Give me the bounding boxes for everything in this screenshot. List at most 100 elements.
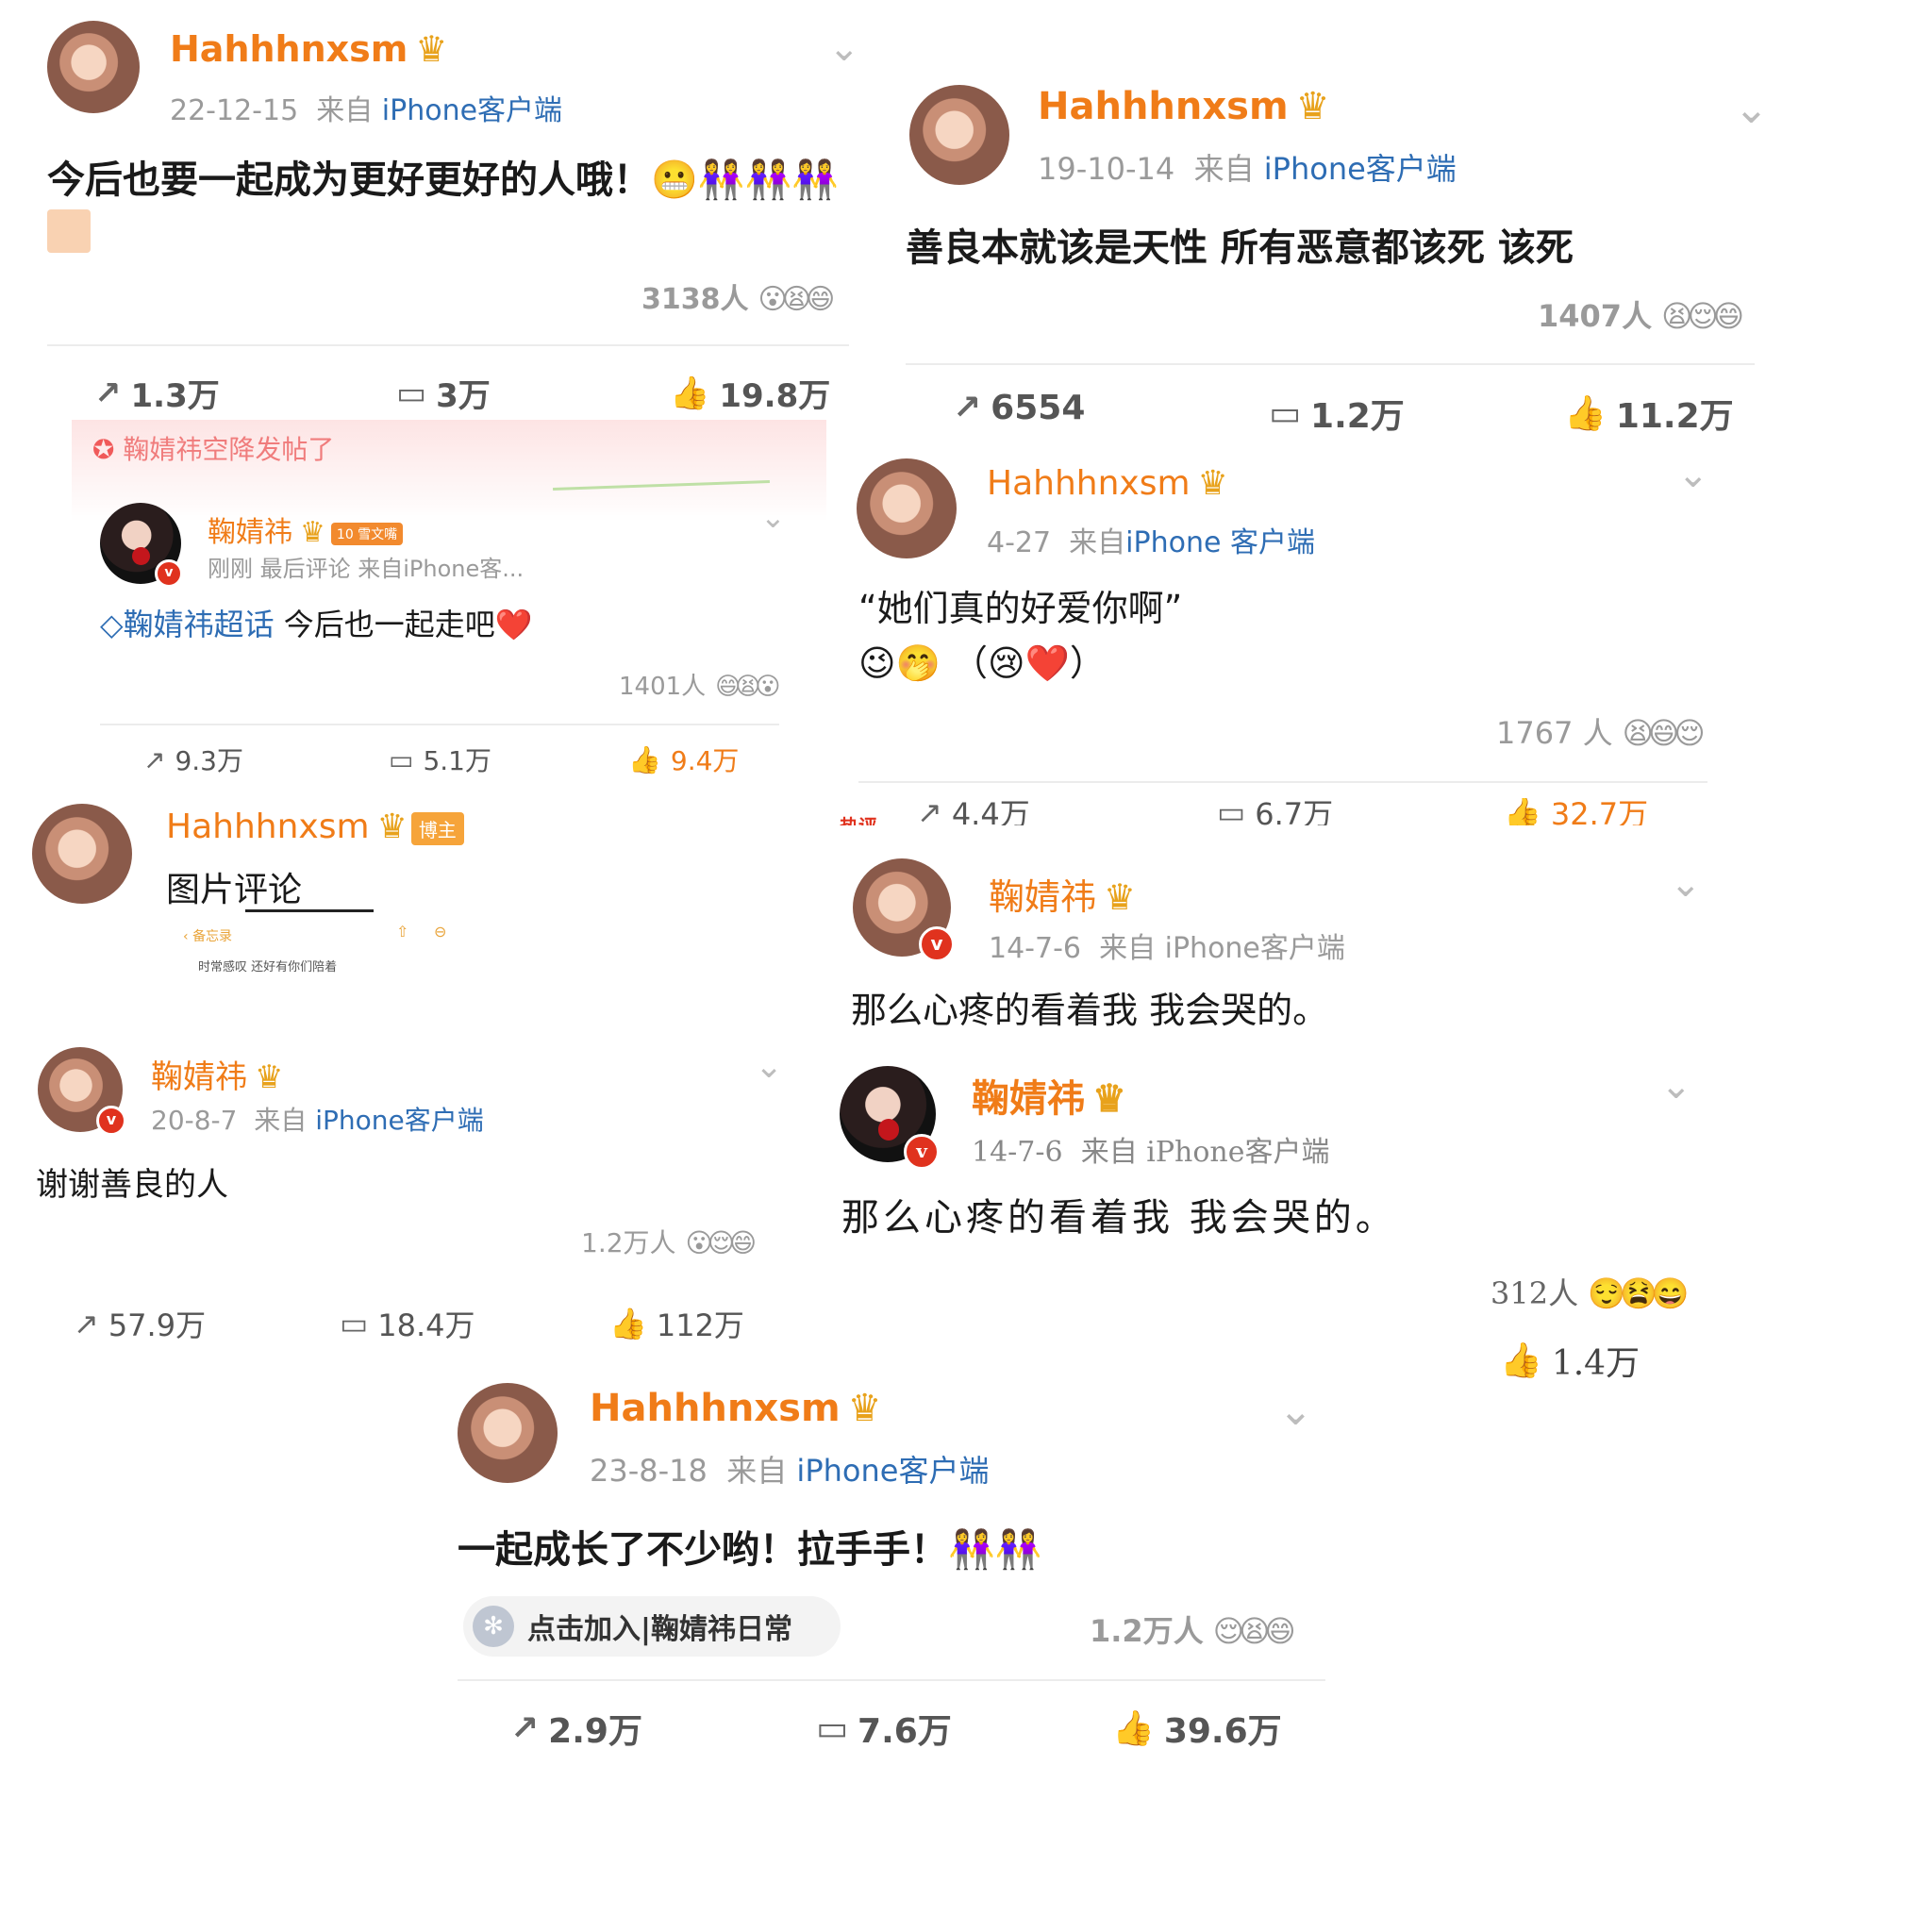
comment-button[interactable]: ▭ 6.7万 [1217, 798, 1333, 825]
repost-button[interactable]: ↗ 4.4万 [917, 798, 1030, 825]
verified-badge: v [96, 1106, 126, 1136]
repost-icon: ↗ [953, 389, 982, 427]
thumbs-up-icon: 👍 [1112, 1709, 1155, 1748]
like-button[interactable]: 👍 39.6万 [1112, 1704, 1282, 1753]
chevron-down-icon[interactable]: ⌄ [828, 26, 860, 70]
repost-icon: ↗ [74, 1306, 99, 1341]
verified-badge: v [155, 559, 183, 588]
like-button[interactable]: 👍 19.8万 [670, 370, 830, 416]
username[interactable]: Hahhhnxsm ♛ [987, 464, 1228, 503]
reaction-count[interactable]: 1407人 😫😌😄 [1538, 292, 1744, 336]
comment-button[interactable]: ▭ 1.2万 [1269, 389, 1405, 438]
avatar[interactable] [47, 21, 140, 113]
crown-badge-icon: ♛ [847, 1387, 882, 1430]
comment-button[interactable]: ▭ 3万 [396, 370, 491, 416]
like-button[interactable]: 👍 11.2万 [1564, 389, 1734, 438]
join-group-button[interactable]: ✻ 点击加入|鞠婧祎日常 [463, 1596, 841, 1657]
repost-button[interactable]: ↗ 2.9万 [510, 1704, 642, 1753]
avatar[interactable] [909, 85, 1009, 185]
post-card-1: Hahhhnxsm ♛ 19-10-14 来自 iPhone客户端 ⌄ 善良本就该… [896, 57, 1792, 453]
thumbs-up-icon: 👍 [1500, 1341, 1542, 1380]
source-link: iPhone 客户端 [1125, 526, 1315, 559]
repost-button[interactable]: ↗ 9.3万 [143, 741, 243, 778]
repost-button[interactable]: ↗ 6554 [953, 389, 1085, 427]
post-text: 谢谢善良的人 [36, 1166, 228, 1204]
image-thumbnail[interactable] [47, 209, 91, 253]
chevron-down-icon[interactable]: ⌄ [1660, 1064, 1692, 1108]
username[interactable]: 鞠婧祎 ♛ [989, 868, 1136, 920]
star-icon: ✪ [92, 434, 115, 465]
repost-button[interactable]: ↗ 57.9万 [74, 1302, 206, 1345]
post-card-0: Hahhhnxsm ♛ 22-12-15 来自 iPhone客户端 ⌄ 今后也要一… [19, 9, 868, 415]
repost-icon: ↗ [510, 1708, 540, 1748]
username[interactable]: Hahhhnxsm ♛ [590, 1387, 882, 1430]
avatar[interactable] [857, 458, 957, 558]
post-meta: 刚刚 最后评论 来自iPhone客... [208, 556, 525, 582]
more-icon: ⊖ [434, 923, 447, 941]
username[interactable]: 鞠婧祎 ♛ [972, 1068, 1126, 1123]
reaction-count[interactable]: 1767 人 😫😄😌 [1496, 709, 1706, 753]
comment-icon: ▭ [340, 1306, 369, 1341]
source-link: iPhone客户端 [796, 1453, 990, 1489]
post-card-8: Hahhhnxsm ♛ 23-8-18 来自 iPhone客户端 ⌄ 一起成长了不… [429, 1358, 1354, 1755]
crown-badge-icon: ♛ [1092, 1076, 1126, 1121]
reaction-count[interactable]: 3138人 😮😫😄 [641, 275, 835, 317]
reaction-count[interactable]: 1401人 😄😫😮 [619, 667, 781, 702]
memo-screenshot[interactable]: ‹ 备忘录 ⇧ ⊖ 时常感叹 还好有你们陪着 [160, 917, 481, 1011]
post-card-3: Hahhhnxsm ♛ 4-27 来自iPhone 客户端 ⌄ “她们真的好爱你啊… [840, 453, 1736, 825]
comment-button[interactable]: ▭ 5.1万 [389, 741, 491, 778]
post-text: ◇鞠婧祎超话 今后也一起走吧❤️ [100, 607, 533, 642]
comment-button[interactable]: ▭ 7.6万 [816, 1704, 952, 1753]
username[interactable]: 鞠婧祎 ♛ [151, 1051, 283, 1097]
source-link: iPhone客户端 [315, 1105, 484, 1136]
post-meta: 4-27 来自iPhone 客户端 [987, 526, 1315, 559]
divider [858, 781, 1707, 783]
verified-badge: v [904, 1134, 940, 1170]
avatar[interactable] [458, 1383, 558, 1483]
hot-comment-label: 热评 [840, 811, 877, 825]
comment-icon: ▭ [816, 1708, 849, 1748]
topic-link[interactable]: ◇鞠婧祎超话 [100, 607, 275, 642]
divider [47, 344, 849, 346]
post-text-line2: 😉🤭 （😢❤️） [858, 642, 1106, 684]
post-meta: 14-7-6 来自 iPhone客户端 [972, 1136, 1330, 1169]
like-button[interactable]: 👍 32.7万 [1504, 798, 1648, 825]
like-button[interactable]: 👍 9.4万 [628, 741, 739, 778]
memo-text: 时常感叹 还好有你们陪着 [198, 960, 338, 974]
thumbs-up-icon: 👍 [1504, 798, 1541, 825]
post-meta: 14-7-6 来自 iPhone客户端 [989, 932, 1345, 965]
chevron-down-icon[interactable]: ⌄ [760, 499, 786, 535]
author-badge: 博主 [410, 811, 464, 845]
username[interactable]: Hahhhnxsm ♛ 博主 [166, 808, 464, 846]
flower-icon: ✻ [473, 1606, 514, 1647]
repost-button[interactable]: ↗ 1.3万 [94, 370, 220, 416]
chevron-down-icon[interactable]: ⌄ [1734, 85, 1769, 133]
crown-badge-icon: ♛ [1197, 464, 1228, 503]
reaction-count[interactable]: 312人 😌😫😄 [1491, 1270, 1690, 1313]
reaction-count[interactable]: 1.2万人 😌😫😄 [1090, 1607, 1296, 1651]
chevron-down-icon[interactable]: ⌄ [1677, 453, 1709, 496]
avatar[interactable] [32, 804, 132, 904]
post-text: 今后也要一起成为更好更好的人哦！😬👭👭👭 [47, 158, 840, 202]
post-text: 那么心疼的看着我 我会哭的。 [851, 990, 1329, 1031]
chevron-down-icon[interactable]: ⌄ [1278, 1387, 1313, 1435]
comment-button[interactable]: ▭ 18.4万 [340, 1302, 475, 1345]
divider [100, 724, 779, 725]
verified-badge: v [919, 926, 955, 962]
username[interactable]: Hahhhnxsm ♛ [1038, 85, 1330, 128]
reaction-count[interactable]: 1.2万人 😮😌😄 [581, 1223, 757, 1260]
post-text-line1: “她们真的好爱你啊” [858, 588, 1183, 629]
username[interactable]: 鞠婧祎 ♛ 10 雪文嘴 [208, 508, 404, 550]
post-card-4: Hahhhnxsm ♛ 博主 图片评论 ‹ 备忘录 ⇧ ⊖ 时常感叹 还好有你们陪着 [19, 792, 821, 1038]
comment-icon: ▭ [389, 743, 414, 775]
crown-badge-icon: ♛ [255, 1058, 284, 1096]
post-meta: 20-8-7 来自 iPhone客户端 [151, 1105, 484, 1136]
chevron-down-icon[interactable]: ⌄ [755, 1047, 783, 1086]
like-button[interactable]: 👍 1.4万 [1500, 1336, 1640, 1385]
like-button[interactable]: 👍 112万 [609, 1302, 744, 1345]
divider [458, 1679, 1325, 1681]
chevron-down-icon[interactable]: ⌄ [1670, 862, 1702, 906]
username[interactable]: Hahhhnxsm ♛ [170, 28, 447, 70]
post-card-2: ✪ 鞠婧祎空降发帖了 v 鞠婧祎 ♛ 10 雪文嘴 刚刚 最后评论 来自iPhone… [72, 420, 826, 783]
fan-level-badge: 10 雪文嘴 [330, 522, 404, 545]
